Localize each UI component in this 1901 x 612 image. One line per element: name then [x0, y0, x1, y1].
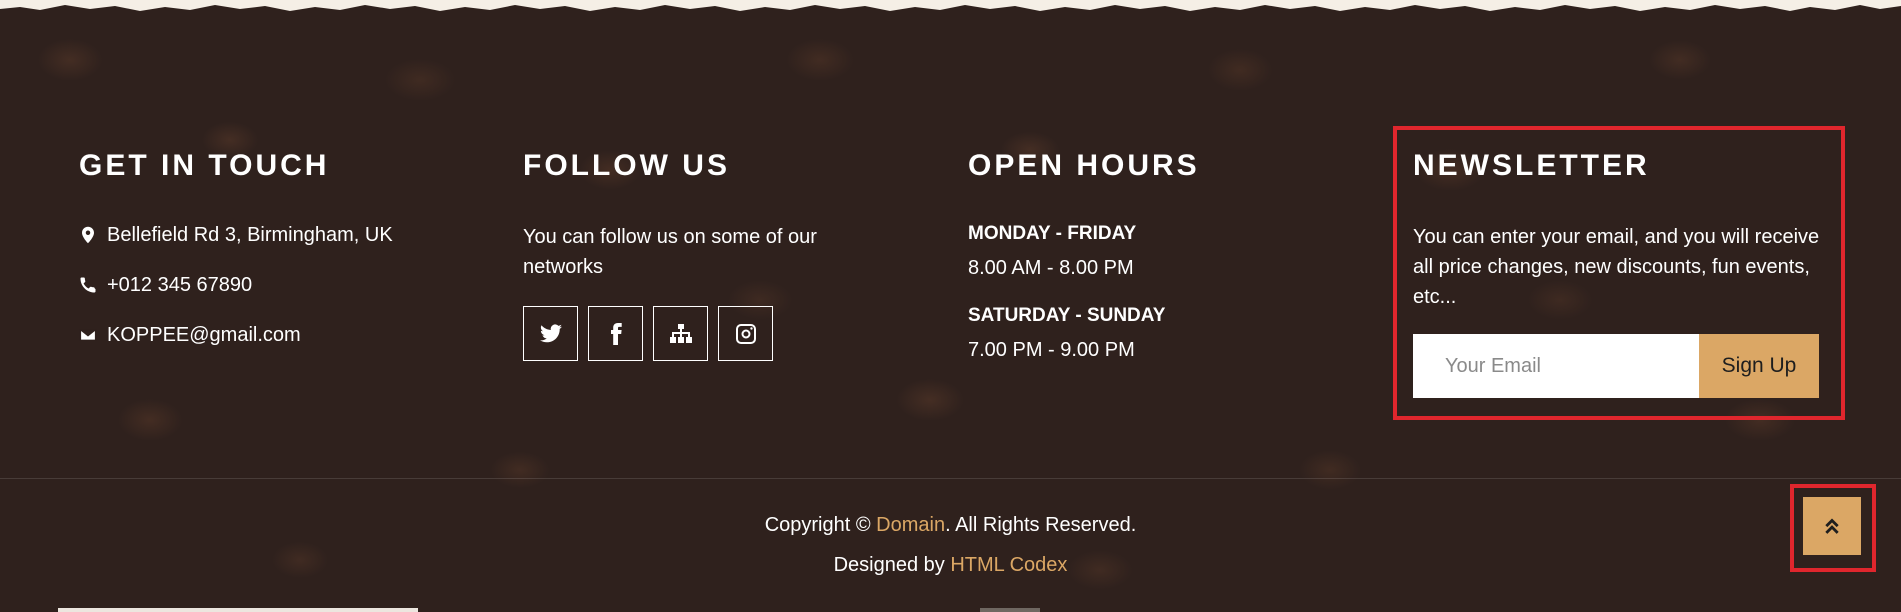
- follow-column: FOLLOW US You can follow us on some of o…: [523, 146, 943, 361]
- email-text: KOPPEE@gmail.com: [107, 323, 301, 346]
- hours-column: OPEN HOURS MONDAY - FRIDAY 8.00 AM - 8.0…: [968, 146, 1388, 386]
- envelope-icon: [79, 329, 97, 341]
- address-row: Bellefield Rd 3, Birmingham, UK: [79, 222, 499, 248]
- bottom-strip: [58, 608, 418, 612]
- footer-divider: [0, 478, 1901, 479]
- designed-prefix: Designed by: [833, 554, 951, 576]
- instagram-icon: [735, 323, 756, 344]
- torn-paper-edge: [0, 0, 1901, 11]
- social-links: [523, 306, 943, 361]
- sitemap-button[interactable]: [653, 306, 708, 361]
- double-chevron-up-icon: [1825, 518, 1839, 534]
- contact-heading: GET IN TOUCH: [79, 149, 330, 182]
- newsletter-column: NEWSLETTER You can enter your email, and…: [1413, 146, 1823, 398]
- map-marker-icon: [82, 226, 94, 244]
- twitter-button[interactable]: [523, 306, 578, 361]
- copyright-line: Copyright © Domain. All Rights Reserved.: [0, 510, 1901, 540]
- copyright-prefix: Copyright ©: [764, 514, 877, 536]
- copyright-block: Copyright © Domain. All Rights Reserved.…: [0, 510, 1901, 580]
- email-input[interactable]: [1413, 334, 1699, 398]
- sitemap-icon: [669, 323, 692, 343]
- hours-heading: OPEN HOURS: [968, 149, 1200, 182]
- sign-up-button[interactable]: Sign Up: [1699, 334, 1819, 398]
- copyright-suffix: . All Rights Reserved.: [945, 514, 1137, 536]
- designed-by-line: Designed by HTML Codex: [0, 550, 1901, 580]
- weekend-label: SATURDAY - SUNDAY: [968, 305, 1166, 326]
- follow-heading: FOLLOW US: [523, 149, 730, 182]
- contact-column: GET IN TOUCH Bellefield Rd 3, Birmingham…: [79, 146, 499, 372]
- instagram-button[interactable]: [718, 306, 773, 361]
- facebook-button[interactable]: [588, 306, 643, 361]
- newsletter-heading: NEWSLETTER: [1413, 149, 1650, 182]
- bottom-strip-2: [980, 608, 1040, 612]
- weekday-time: 8.00 AM - 8.00 PM: [968, 257, 1134, 279]
- back-to-top-button[interactable]: [1803, 497, 1861, 555]
- phone-icon: [80, 277, 96, 293]
- newsletter-form: Sign Up: [1413, 334, 1823, 398]
- twitter-icon: [539, 323, 562, 342]
- phone-row: +012 345 67890: [79, 272, 499, 298]
- phone-text: +012 345 67890: [107, 273, 253, 296]
- address-text: Bellefield Rd 3, Birmingham, UK: [107, 223, 393, 246]
- newsletter-text: You can enter your email, and you will r…: [1413, 226, 1820, 308]
- follow-text: You can follow us on some of our network…: [523, 226, 817, 278]
- footer: GET IN TOUCH Bellefield Rd 3, Birmingham…: [0, 0, 1901, 612]
- weekday-label: MONDAY - FRIDAY: [968, 223, 1137, 244]
- designer-link[interactable]: HTML Codex: [950, 554, 1067, 576]
- weekend-time: 7.00 PM - 9.00 PM: [968, 339, 1135, 361]
- email-row: KOPPEE@gmail.com: [79, 322, 499, 348]
- domain-link[interactable]: Domain: [876, 514, 945, 536]
- facebook-icon: [610, 322, 622, 345]
